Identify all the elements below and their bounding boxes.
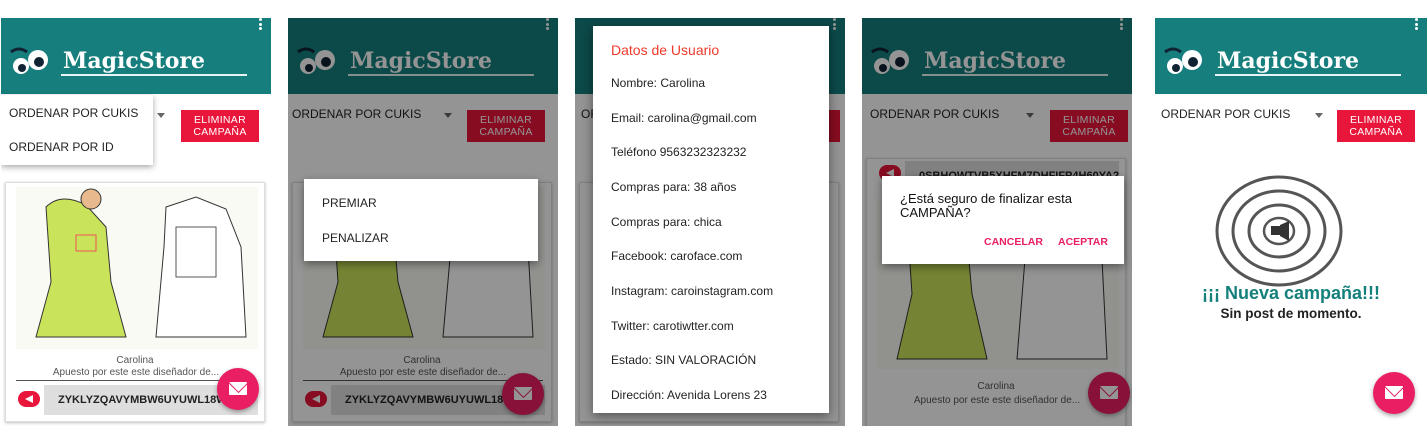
empty-campaign-icon: [1215, 175, 1343, 287]
user-field-status: Estado: SIN VALORACIÓN: [611, 353, 757, 367]
screen-confirm-delete: MagicStore ORDENAR POR CUKIS ELIMINAR CAM…: [862, 18, 1132, 426]
more-vert-icon[interactable]: [1415, 18, 1419, 30]
mail-fab-button[interactable]: [1373, 372, 1415, 414]
fashion-illustration: [16, 187, 258, 349]
app-bar: MagicStore: [1155, 18, 1427, 94]
logo-icon: [10, 47, 48, 74]
user-field-twitter: Twitter: carotiwtter.com: [611, 319, 734, 333]
mail-icon: [229, 382, 247, 395]
menu-item-penalizar[interactable]: PENALIZAR: [322, 231, 389, 245]
chevron-down-icon[interactable]: [157, 113, 165, 118]
mail-icon: [1385, 386, 1403, 399]
more-vert-icon[interactable]: [259, 18, 263, 30]
designer-name: Carolina: [116, 355, 154, 366]
sort-option-id[interactable]: ORDENAR POR ID: [9, 140, 114, 154]
accept-button[interactable]: ACEPTAR: [1058, 236, 1108, 248]
confirm-message: ¿Está seguro de finalizar esta CAMPAÑA?: [900, 191, 1072, 220]
empty-state-subtitle: Sin post de momento.: [1220, 306, 1362, 321]
screen-sort-menu: MagicStore ORDENAR POR CUKIS ELIMINARCAM…: [1, 18, 271, 426]
sort-spinner[interactable]: ORDENAR POR CUKIS: [1161, 107, 1290, 121]
app-bar: MagicStore: [1, 18, 271, 94]
empty-state-title: ¡¡¡ Nueva campaña!!!: [1201, 283, 1381, 303]
title-underline: [1215, 74, 1401, 76]
delete-campaign-button[interactable]: ELIMINAR CAMPAÑA: [181, 110, 259, 142]
screen-empty-campaign: MagicStore ORDENAR POR CUKIS ELIMINAR CAM…: [1155, 18, 1427, 426]
user-field-address: Dirección: Avenida Lorens 23: [611, 388, 767, 402]
app-title: MagicStore: [1217, 48, 1360, 74]
confirm-delete-dialog: ¿Está seguro de finalizar esta CAMPAÑA? …: [882, 176, 1124, 264]
sort-dropdown: ORDENAR POR CUKIS ORDENAR POR ID: [1, 95, 153, 165]
logo-icon: [1164, 47, 1202, 74]
user-field-phone: Teléfono 9563232323232: [611, 145, 747, 159]
app-title: MagicStore: [63, 48, 206, 74]
menu-item-premiar[interactable]: PREMIAR: [322, 196, 377, 210]
dialog-title: Datos de Usuario: [611, 42, 720, 58]
mail-fab-button[interactable]: [217, 368, 259, 410]
user-field-email: Email: carolina@gmail.com: [611, 111, 757, 125]
chevron-down-icon[interactable]: [1315, 113, 1323, 118]
screen-context-menu: MagicStore ORDENAR POR CUKIS ELIMINAR CAM…: [288, 18, 558, 426]
post-context-menu: PREMIAR PENALIZAR: [304, 179, 538, 261]
delete-campaign-button[interactable]: ELIMINAR CAMPAÑA: [1337, 110, 1415, 142]
title-underline: [61, 74, 247, 76]
screen-user-dialog: OR Datos de Usuario Nombre: Carolina Ema…: [575, 18, 845, 426]
user-field-instagram: Instagram: caroinstagram.com: [611, 284, 774, 298]
sort-option-cukis[interactable]: ORDENAR POR CUKIS: [9, 106, 138, 120]
user-field-gender: Compras para: chica: [611, 215, 722, 229]
megaphone-icon[interactable]: [18, 391, 40, 407]
user-field-name: Nombre: Carolina: [611, 76, 706, 90]
cancel-button[interactable]: CANCELAR: [984, 236, 1043, 248]
user-field-facebook: Facebook: caroface.com: [611, 249, 743, 263]
user-field-age: Compras para: 38 años: [611, 180, 737, 194]
user-data-dialog: Datos de Usuario Nombre: Carolina Email:…: [593, 26, 829, 413]
